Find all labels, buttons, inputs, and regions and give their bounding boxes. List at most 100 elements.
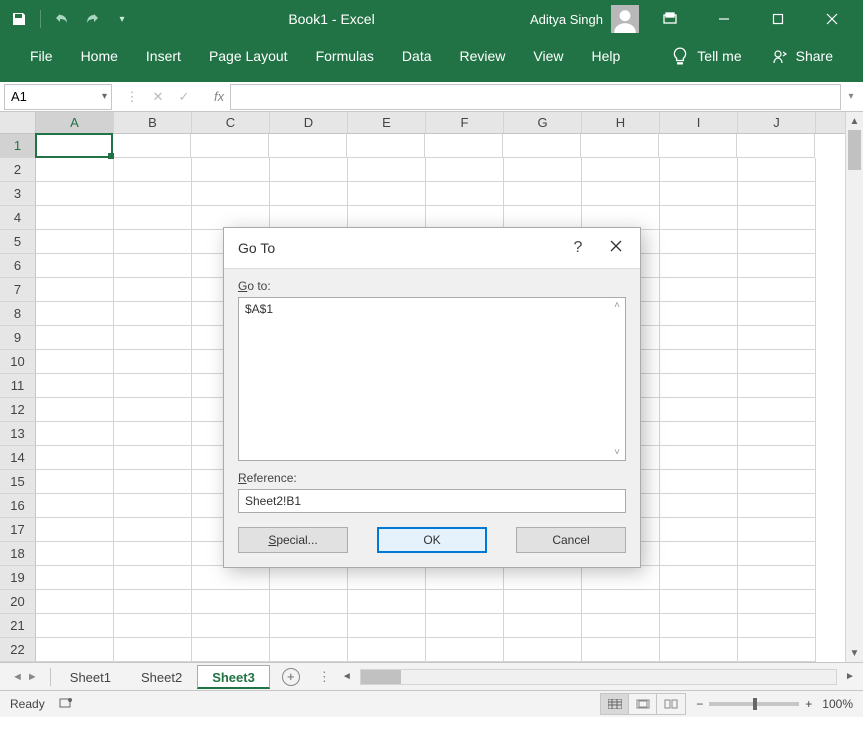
cell-E1[interactable]	[347, 134, 425, 158]
cell-I19[interactable]	[660, 566, 738, 590]
tab-file[interactable]: File	[16, 42, 67, 70]
cell-I8[interactable]	[660, 302, 738, 326]
cell-J15[interactable]	[738, 470, 816, 494]
cell-F2[interactable]	[426, 158, 504, 182]
cell-I2[interactable]	[660, 158, 738, 182]
special-button[interactable]: Special...	[238, 527, 348, 553]
cell-G2[interactable]	[504, 158, 582, 182]
cell-G19[interactable]	[504, 566, 582, 590]
tab-formulas[interactable]: Formulas	[302, 42, 388, 70]
user-avatar-icon[interactable]	[611, 5, 639, 33]
row-header-18[interactable]: 18	[0, 542, 36, 566]
cell-D3[interactable]	[270, 182, 348, 206]
cell-I10[interactable]	[660, 350, 738, 374]
cell-B7[interactable]	[114, 278, 192, 302]
cell-A6[interactable]	[36, 254, 114, 278]
cell-J8[interactable]	[738, 302, 816, 326]
col-header-F[interactable]: F	[426, 112, 504, 133]
cell-B16[interactable]	[114, 494, 192, 518]
dialog-help-icon[interactable]: ?	[568, 239, 588, 257]
tell-me[interactable]: Tell me	[695, 42, 755, 70]
undo-icon[interactable]	[51, 8, 73, 30]
row-header-14[interactable]: 14	[0, 446, 36, 470]
col-header-G[interactable]: G	[504, 112, 582, 133]
cell-I20[interactable]	[660, 590, 738, 614]
name-box[interactable]: A1 ▾	[4, 84, 112, 110]
formula-bar-expand-icon[interactable]: ▾	[843, 91, 859, 102]
row-header-10[interactable]: 10	[0, 350, 36, 374]
cancel-formula-icon[interactable]: ✕	[148, 89, 168, 105]
cell-G3[interactable]	[504, 182, 582, 206]
cell-I4[interactable]	[660, 206, 738, 230]
cell-J10[interactable]	[738, 350, 816, 374]
cell-I6[interactable]	[660, 254, 738, 278]
col-header-E[interactable]: E	[348, 112, 426, 133]
page-layout-view-icon[interactable]	[629, 694, 657, 714]
cell-B14[interactable]	[114, 446, 192, 470]
normal-view-icon[interactable]	[601, 694, 629, 714]
dialog-close-icon[interactable]	[606, 239, 626, 258]
tab-help[interactable]: Help	[578, 42, 635, 70]
cell-B17[interactable]	[114, 518, 192, 542]
row-header-22[interactable]: 22	[0, 638, 36, 662]
zoom-slider[interactable]: − +	[696, 697, 812, 711]
cell-B4[interactable]	[114, 206, 192, 230]
cell-J21[interactable]	[738, 614, 816, 638]
goto-listbox[interactable]: $A$1 ˄˅	[238, 297, 626, 461]
cell-G22[interactable]	[504, 638, 582, 662]
col-header-B[interactable]: B	[114, 112, 192, 133]
cell-G21[interactable]	[504, 614, 582, 638]
cell-A15[interactable]	[36, 470, 114, 494]
cell-C2[interactable]	[192, 158, 270, 182]
cell-F3[interactable]	[426, 182, 504, 206]
ok-button[interactable]: OK	[377, 527, 487, 553]
cell-I9[interactable]	[660, 326, 738, 350]
cell-F22[interactable]	[426, 638, 504, 662]
cell-B8[interactable]	[114, 302, 192, 326]
fx-icon[interactable]: fx	[204, 89, 228, 104]
cell-A2[interactable]	[36, 158, 114, 182]
cell-I17[interactable]	[660, 518, 738, 542]
cell-D1[interactable]	[269, 134, 347, 158]
cell-C22[interactable]	[192, 638, 270, 662]
redo-icon[interactable]	[81, 8, 103, 30]
cell-A19[interactable]	[36, 566, 114, 590]
ribbon-display-options-icon[interactable]	[647, 0, 693, 38]
tab-review[interactable]: Review	[446, 42, 520, 70]
split-grip-icon[interactable]: ⋮	[312, 669, 338, 685]
cell-E3[interactable]	[348, 182, 426, 206]
cell-J7[interactable]	[738, 278, 816, 302]
cell-F19[interactable]	[426, 566, 504, 590]
row-header-19[interactable]: 19	[0, 566, 36, 590]
cell-F20[interactable]	[426, 590, 504, 614]
hscroll-thumb[interactable]	[361, 670, 401, 684]
row-header-20[interactable]: 20	[0, 590, 36, 614]
maximize-icon[interactable]	[755, 0, 801, 38]
cell-D20[interactable]	[270, 590, 348, 614]
cell-I7[interactable]	[660, 278, 738, 302]
cell-I22[interactable]	[660, 638, 738, 662]
formula-input[interactable]	[230, 84, 841, 110]
row-header-11[interactable]: 11	[0, 374, 36, 398]
row-header-6[interactable]: 6	[0, 254, 36, 278]
scroll-thumb[interactable]	[848, 130, 861, 170]
row-header-15[interactable]: 15	[0, 470, 36, 494]
col-header-C[interactable]: C	[192, 112, 270, 133]
cell-D19[interactable]	[270, 566, 348, 590]
cell-A1[interactable]	[35, 133, 113, 158]
save-icon[interactable]	[8, 8, 30, 30]
cell-A17[interactable]	[36, 518, 114, 542]
cell-B6[interactable]	[114, 254, 192, 278]
cell-H3[interactable]	[582, 182, 660, 206]
tab-home[interactable]: Home	[67, 42, 132, 70]
cell-A13[interactable]	[36, 422, 114, 446]
cell-J11[interactable]	[738, 374, 816, 398]
row-header-12[interactable]: 12	[0, 398, 36, 422]
cell-J14[interactable]	[738, 446, 816, 470]
cell-E2[interactable]	[348, 158, 426, 182]
tab-page-layout[interactable]: Page Layout	[195, 42, 302, 70]
scroll-down-icon[interactable]: ▼	[846, 644, 863, 662]
cell-B21[interactable]	[114, 614, 192, 638]
col-header-A[interactable]: A	[36, 112, 114, 133]
cell-I1[interactable]	[659, 134, 737, 158]
